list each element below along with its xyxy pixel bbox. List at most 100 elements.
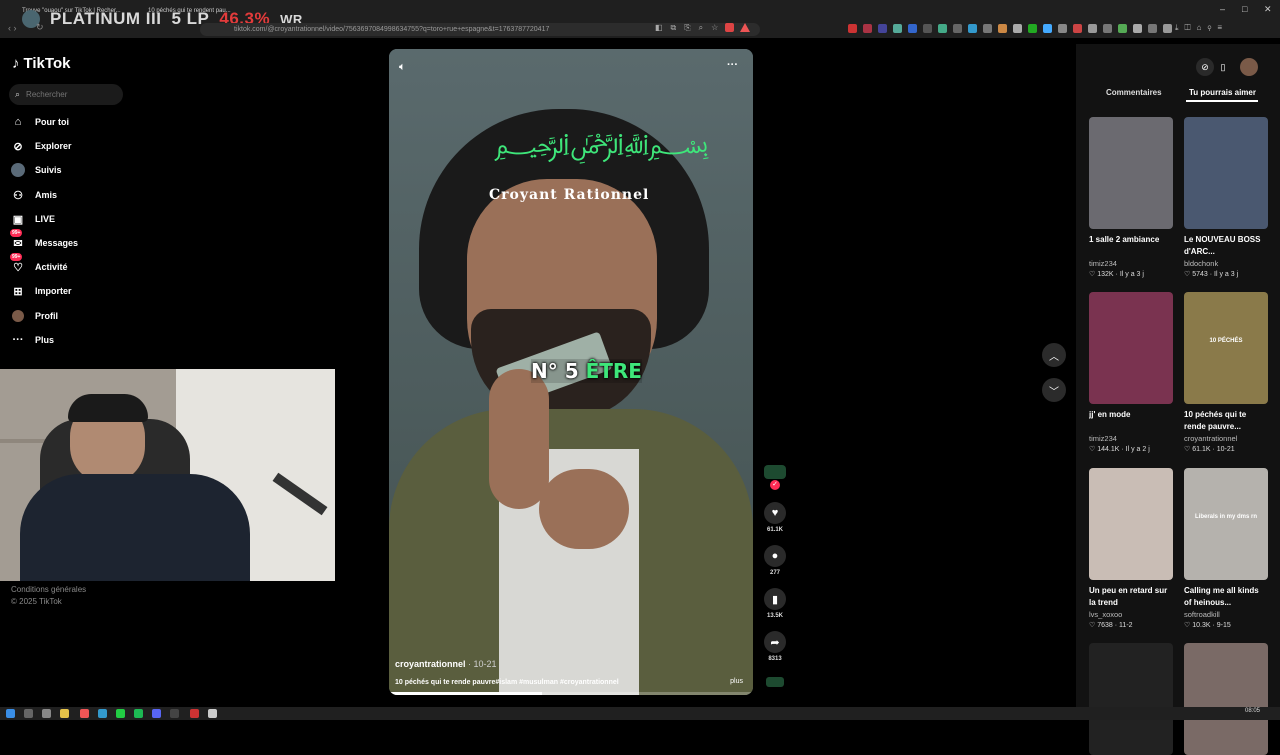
extension-icon[interactable] <box>1163 24 1172 33</box>
rewards-icon[interactable] <box>740 23 750 32</box>
extension-icon[interactable] <box>908 24 917 33</box>
suggestion-thumbnail[interactable] <box>1184 117 1268 229</box>
suggestion-card[interactable] <box>1089 643 1173 755</box>
video-author[interactable]: croyantrationnel · 10-21 <box>395 659 497 669</box>
extension-icon[interactable] <box>1088 24 1097 33</box>
suggestion-author[interactable]: bldochonk <box>1184 259 1268 268</box>
suggestion-thumbnail[interactable] <box>1089 292 1173 404</box>
clock[interactable]: 08:05 <box>1245 708 1260 714</box>
suggestion-thumbnail[interactable]: 10 PÉCHÉS <box>1184 292 1268 404</box>
suggestion-card[interactable]: Liberals in my dms rn Calling me all kind… <box>1184 468 1268 629</box>
sidebar-item-suivis[interactable]: Suivis <box>11 160 62 180</box>
suggestion-author[interactable]: timiz234 <box>1089 434 1173 443</box>
suggestion-title[interactable]: Un peu en retard sur la trend <box>1089 585 1173 609</box>
search-input[interactable] <box>26 90 113 99</box>
file-explorer-icon[interactable] <box>60 709 69 718</box>
video-progress-bar[interactable] <box>389 692 753 695</box>
extension-icon[interactable] <box>938 24 947 33</box>
next-video-button[interactable]: ﹀ <box>1042 378 1066 402</box>
suggestion-card[interactable]: 1 salle 2 ambiance timiz234 ♡ 132K · Il y … <box>1089 117 1173 278</box>
get-coins-icon[interactable]: ⊘ <box>1196 58 1214 76</box>
extension-icon[interactable] <box>968 24 977 33</box>
minimize-icon[interactable]: – <box>1220 4 1225 14</box>
app-icon[interactable] <box>190 709 199 718</box>
extension-icon[interactable] <box>983 24 992 33</box>
close-icon[interactable]: ✕ <box>1264 4 1272 15</box>
suggestion-title[interactable]: 1 salle 2 ambiance <box>1089 234 1173 258</box>
suggestion-thumbnail[interactable] <box>1089 468 1173 580</box>
tab-suggestions[interactable]: Tu pourrais aimer <box>1189 88 1256 97</box>
suggestion-card[interactable] <box>1184 643 1268 755</box>
user-avatar[interactable] <box>1240 58 1258 76</box>
extension-icon[interactable] <box>1133 24 1142 33</box>
brave-icon[interactable] <box>80 709 89 718</box>
like-action[interactable]: ♥ 61.1K <box>764 502 786 533</box>
extension-icon[interactable] <box>893 24 902 33</box>
suggestion-title[interactable]: 10 péchés qui te rende pauvre... <box>1184 409 1268 433</box>
extension-icon[interactable] <box>848 24 857 33</box>
more-options-icon[interactable]: ··· <box>727 59 738 71</box>
suggestion-card[interactable]: Le NOUVEAU BOSS d'ARC... bldochonk ♡ 5743 … <box>1184 117 1268 278</box>
windows-start-icon[interactable] <box>6 709 15 718</box>
extension-icon[interactable] <box>1043 24 1052 33</box>
sidebar-item-importer[interactable]: ⊞ Importer <box>11 281 71 301</box>
previous-video-button[interactable]: ︿ <box>1042 343 1066 367</box>
extension-icon[interactable] <box>863 24 872 33</box>
extension-icon[interactable] <box>998 24 1007 33</box>
suggestion-thumbnail[interactable] <box>1089 643 1173 755</box>
suggestion-title[interactable]: jj' en mode <box>1089 409 1173 433</box>
suggestion-thumbnail[interactable] <box>1184 643 1268 755</box>
suggestion-author[interactable]: timiz234 <box>1089 259 1173 268</box>
sidebar-item-live[interactable]: ▣ LIVE <box>11 209 55 229</box>
bookmark-icon[interactable]: ▮ <box>764 588 786 610</box>
extension-icon[interactable] <box>1118 24 1127 33</box>
task-view-icon[interactable] <box>42 709 51 718</box>
video-player[interactable]: ﷽ Croyant Rationnel N° 5 ÊTRE 🔈︎ ··· cro… <box>389 49 753 695</box>
extension-icon[interactable] <box>1073 24 1082 33</box>
comment-icon[interactable]: ● <box>764 545 786 567</box>
suggestion-title[interactable]: Calling me all kinds of heinous... <box>1184 585 1268 609</box>
sidebar-item-explorer[interactable]: ⊘ Explorer <box>11 136 71 156</box>
search-box[interactable]: ⌕ <box>9 84 123 105</box>
suggestion-thumbnail[interactable] <box>1089 117 1173 229</box>
app-icon[interactable] <box>208 709 217 718</box>
extension-icon[interactable] <box>1028 24 1037 33</box>
search-icon[interactable] <box>24 709 33 718</box>
author-name[interactable]: croyantrationnel <box>395 659 466 669</box>
browser-menu-icons[interactable]: ⤓◫⌂⚲≡ <box>1175 23 1228 33</box>
terms-link[interactable]: Conditions générales <box>11 585 86 594</box>
comment-action[interactable]: ● 277 <box>764 545 786 576</box>
creator-avatar[interactable]: ✓ <box>764 465 786 490</box>
whatsapp-icon[interactable] <box>116 709 125 718</box>
app-icon[interactable] <box>98 709 107 718</box>
suggestion-author[interactable]: lvs_xoxoo <box>1089 610 1173 619</box>
maximize-icon[interactable]: □ <box>1242 4 1247 14</box>
obs-icon[interactable] <box>170 709 179 718</box>
sidebar-item-profil[interactable]: Profil <box>11 306 58 326</box>
sidebar-item-amis[interactable]: ⚇ Amis <box>11 185 57 205</box>
extension-icon[interactable] <box>1148 24 1157 33</box>
extension-icon[interactable] <box>1058 24 1067 33</box>
heart-icon[interactable]: ♥ <box>764 502 786 524</box>
sidebar-item-messages[interactable]: ✉ 99+ Messages <box>10 229 78 253</box>
sidebar-item-activite[interactable]: ♡ 99+ Activité <box>10 253 68 277</box>
extension-icon[interactable] <box>953 24 962 33</box>
see-more-link[interactable]: plus <box>730 678 743 685</box>
tab-comments[interactable]: Commentaires <box>1106 88 1162 97</box>
extension-icon[interactable] <box>1103 24 1112 33</box>
address-actions-icon[interactable]: ◧⧉⎘⌕☆ <box>655 23 726 33</box>
tiktok-logo[interactable]: ♪ TikTok <box>12 55 70 72</box>
suggestion-card[interactable]: jj' en mode timiz234 ♡ 144.1K · Il y a 2 j <box>1089 292 1173 453</box>
spotify-icon[interactable] <box>134 709 143 718</box>
follow-icon[interactable]: ✓ <box>770 480 780 490</box>
back-icon[interactable]: ‹ › <box>8 23 17 33</box>
sidebar-item-plus[interactable]: ··· Plus <box>11 330 55 350</box>
share-icon[interactable]: ➦ <box>764 631 786 653</box>
sidebar-item-pour-toi[interactable]: ⌂ Pour toi <box>11 112 69 132</box>
suggestion-author[interactable]: softroadkill <box>1184 610 1268 619</box>
share-action[interactable]: ➦ 8313 <box>764 631 786 662</box>
save-action[interactable]: ▮ 13.5K <box>764 588 786 619</box>
reload-icon[interactable]: ↻ <box>36 22 44 33</box>
extension-icon[interactable] <box>1013 24 1022 33</box>
volume-icon[interactable]: 🔈︎ <box>399 61 406 74</box>
